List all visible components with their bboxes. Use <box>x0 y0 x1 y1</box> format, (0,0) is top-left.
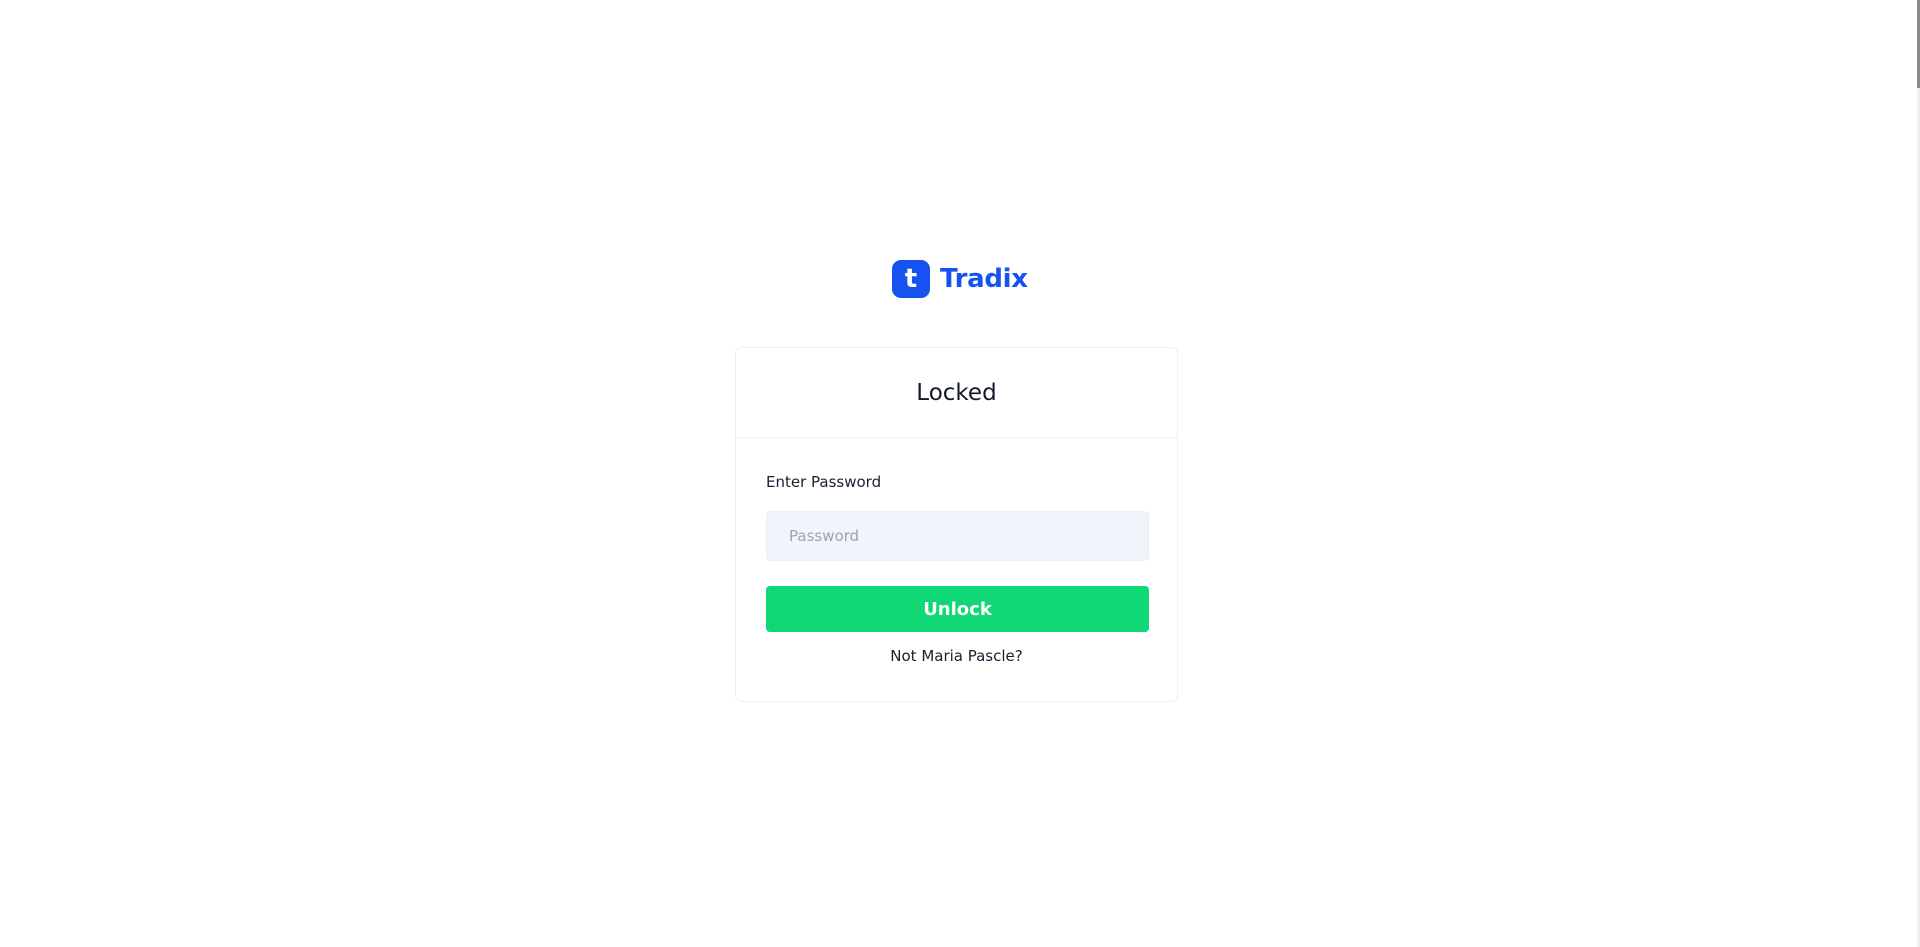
brand-logo[interactable]: t Tradix <box>892 260 1028 298</box>
unlock-button[interactable]: Unlock <box>766 586 1149 632</box>
password-input[interactable] <box>766 511 1149 561</box>
password-label: Enter Password <box>766 473 882 491</box>
lock-card: Locked Enter Password Unlock Not Maria P… <box>735 347 1178 702</box>
lock-card-body: Enter Password Unlock Not Maria Pascle? <box>736 438 1177 665</box>
lock-screen-page: t Tradix Locked Enter Password Unlock No… <box>0 0 1920 947</box>
brand-logo-letter: t <box>904 264 918 294</box>
brand-logo-mark: t <box>892 260 930 298</box>
page-title: Locked <box>916 379 997 406</box>
lock-card-header: Locked <box>736 348 1177 438</box>
brand-name: Tradix <box>940 264 1028 294</box>
not-user-link[interactable]: Not Maria Pascle? <box>766 647 1147 665</box>
